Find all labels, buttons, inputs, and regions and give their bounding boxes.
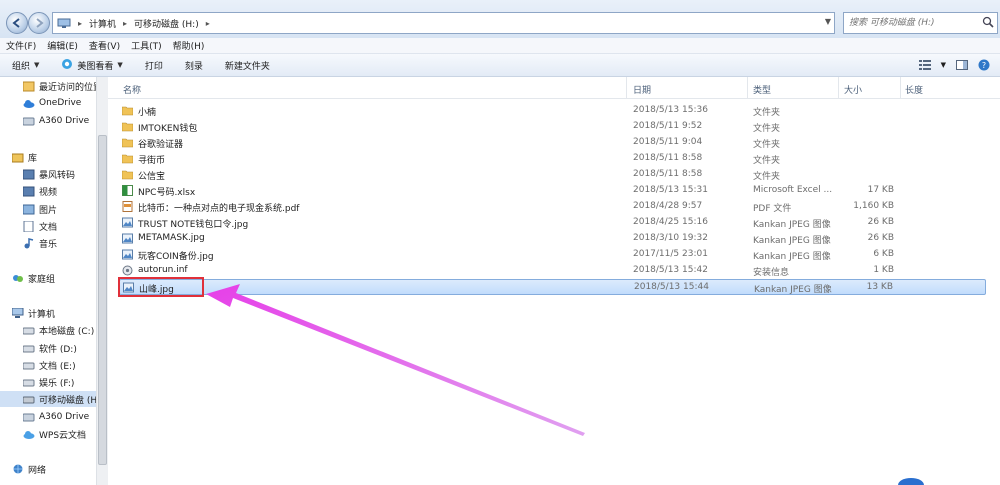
floating-circle-icon xyxy=(898,478,924,485)
annotation-arrow xyxy=(206,284,585,436)
pink-arrow-icon xyxy=(206,284,585,436)
